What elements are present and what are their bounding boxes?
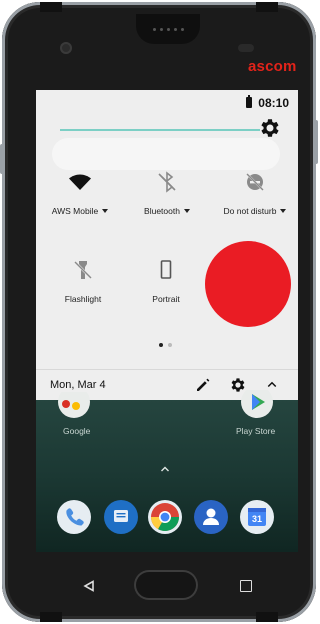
frame-cap — [256, 612, 278, 622]
app-label-play-store[interactable]: Play Store — [236, 426, 275, 436]
settings-gear-icon[interactable] — [258, 116, 282, 140]
page-dot — [168, 343, 172, 347]
status-bar: 08:10 — [36, 90, 298, 116]
proximity-sensor — [238, 44, 254, 52]
dropdown-caret-icon — [183, 209, 190, 213]
earpiece-speaker — [136, 14, 200, 44]
frame-cap — [40, 2, 62, 12]
frame-cap — [256, 2, 278, 12]
home-screen-background: Google Play Store 31 — [36, 390, 298, 552]
phone-icon[interactable] — [57, 500, 91, 534]
tile-wifi[interactable]: AWS Mobile — [40, 170, 120, 219]
page-dot-active — [159, 343, 163, 347]
frame-cap — [40, 612, 62, 622]
bluetooth-off-icon — [158, 171, 176, 193]
battery-icon — [246, 95, 252, 108]
app-drawer-chevron-icon[interactable] — [160, 464, 170, 474]
google-folder-icon[interactable] — [56, 392, 92, 420]
navigation-bar — [36, 556, 298, 606]
brightness-slider[interactable] — [60, 119, 279, 144]
app-label-google[interactable]: Google — [63, 426, 90, 436]
tile-flashlight[interactable]: Flashlight — [43, 258, 123, 307]
tile-wifi-label[interactable]: AWS Mobile — [52, 206, 109, 216]
dropdown-caret-icon — [280, 209, 287, 213]
dropdown-caret-icon — [102, 209, 109, 213]
wifi-icon — [69, 174, 91, 190]
side-button — [0, 144, 4, 174]
flashlight-off-icon — [74, 261, 92, 279]
back-triangle-icon[interactable] — [83, 580, 95, 592]
do-not-disturb-icon — [246, 173, 264, 191]
red-marker-overlay — [205, 241, 291, 327]
quick-settings-page-indicator — [159, 343, 172, 347]
brand-logo: ascom — [248, 58, 297, 75]
tile-portrait[interactable]: Portrait — [126, 258, 206, 307]
tile-portrait-label[interactable]: Portrait — [152, 294, 179, 304]
portrait-icon — [160, 260, 172, 279]
front-camera — [60, 42, 72, 54]
tile-bluetooth[interactable]: Bluetooth — [127, 170, 207, 219]
calendar-icon[interactable]: 31 — [240, 500, 274, 534]
messages-icon[interactable] — [104, 500, 138, 534]
tile-do-not-disturb-label[interactable]: Do not disturb — [224, 206, 287, 216]
calendar-day-number: 31 — [251, 514, 262, 524]
footer-date: Mon, Mar 4 — [50, 379, 106, 391]
contacts-icon[interactable] — [194, 500, 228, 534]
edit-pencil-icon[interactable] — [194, 376, 212, 394]
tile-do-not-disturb[interactable]: Do not disturb — [212, 170, 298, 219]
recents-square-icon[interactable] — [240, 580, 252, 592]
brightness-track[interactable] — [60, 129, 260, 131]
status-time: 08:10 — [258, 96, 289, 110]
screen: 08:10 AWS Mobile Bluetooth Do not distur… — [36, 90, 298, 552]
side-button — [314, 120, 318, 164]
home-button[interactable] — [134, 570, 198, 600]
chrome-icon[interactable] — [148, 500, 182, 534]
tile-flashlight-label[interactable]: Flashlight — [65, 294, 101, 304]
play-store-icon[interactable] — [240, 390, 274, 420]
tile-bluetooth-label[interactable]: Bluetooth — [144, 206, 190, 216]
